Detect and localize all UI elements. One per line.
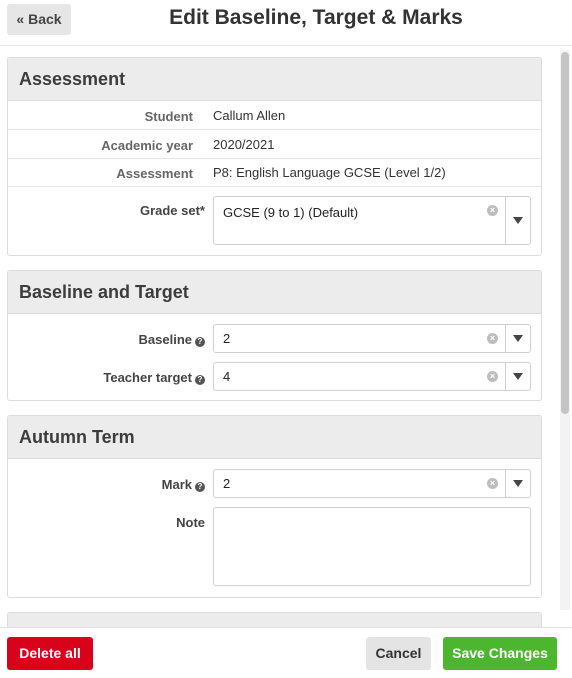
- mark-value: 2: [223, 476, 231, 491]
- mark-select[interactable]: 2 ×: [213, 469, 531, 498]
- mark-label: Mark?: [162, 477, 205, 492]
- scrollbar[interactable]: [560, 50, 570, 610]
- next-term-panel: [7, 612, 542, 627]
- help-icon[interactable]: ?: [195, 337, 205, 347]
- academic-year-label: Academic year: [101, 138, 193, 153]
- grade-set-select[interactable]: GCSE (9 to 1) (Default) ×: [213, 196, 531, 245]
- autumn-term-panel-title: Autumn Term: [8, 416, 541, 459]
- teacher-target-select[interactable]: 4 ×: [213, 362, 531, 391]
- teacher-target-value: 4: [223, 369, 231, 384]
- cancel-button[interactable]: Cancel: [366, 637, 431, 670]
- clear-icon[interactable]: ×: [487, 371, 498, 382]
- baseline-target-panel: Baseline and Target Baseline? 2 × Teache…: [7, 270, 542, 401]
- dropdown-toggle[interactable]: [505, 325, 530, 352]
- teacher-target-label-text: Teacher target: [103, 370, 192, 385]
- clear-icon[interactable]: ×: [487, 333, 498, 344]
- next-term-panel-header: [8, 613, 541, 627]
- dropdown-toggle[interactable]: [505, 470, 530, 497]
- chevron-down-icon: [513, 335, 523, 342]
- clear-icon[interactable]: ×: [487, 478, 498, 489]
- grade-set-value: GCSE (9 to 1) (Default): [223, 205, 359, 220]
- academic-year-row: Academic year 2020/2021: [8, 130, 541, 159]
- baseline-select[interactable]: 2 ×: [213, 324, 531, 353]
- chevron-down-icon: [513, 373, 523, 380]
- student-label: Student: [144, 109, 193, 124]
- student-row: Student Callum Allen: [8, 101, 541, 130]
- note-textarea[interactable]: [213, 507, 531, 586]
- assessment-name-row: Assessment P8: English Language GCSE (Le…: [8, 158, 541, 187]
- baseline-value: 2: [223, 331, 231, 346]
- help-icon[interactable]: ?: [195, 482, 205, 492]
- back-button[interactable]: « Back: [7, 4, 71, 35]
- help-icon[interactable]: ?: [195, 375, 205, 385]
- baseline-target-panel-title: Baseline and Target: [8, 271, 541, 314]
- assessment-name-value: P8: English Language GCSE (Level 1/2): [213, 165, 446, 180]
- assessment-name-label: Assessment: [116, 166, 193, 181]
- baseline-label-text: Baseline: [138, 332, 192, 347]
- academic-year-value: 2020/2021: [213, 137, 275, 152]
- chevron-down-icon: [513, 217, 523, 224]
- form-scroll-area[interactable]: Assessment Student Callum Allen Academic…: [0, 47, 572, 627]
- page-header: « Back Edit Baseline, Target & Marks: [0, 0, 572, 46]
- grade-set-label: Grade set*: [139, 203, 205, 218]
- chevron-down-icon: [513, 480, 523, 487]
- dropdown-toggle[interactable]: [505, 363, 530, 390]
- scrollbar-thumb[interactable]: [561, 52, 569, 414]
- baseline-label: Baseline?: [139, 332, 205, 347]
- assessment-panel: Assessment Student Callum Allen Academic…: [7, 57, 542, 256]
- student-value: Callum Allen: [213, 108, 286, 123]
- delete-all-button[interactable]: Delete all: [7, 637, 93, 670]
- note-label: Note: [176, 515, 205, 530]
- clear-icon[interactable]: ×: [487, 205, 498, 216]
- assessment-panel-title: Assessment: [8, 58, 541, 101]
- footer-bar: Delete all Cancel Save Changes: [0, 627, 572, 678]
- dropdown-toggle[interactable]: [505, 197, 530, 244]
- mark-label-text: Mark: [161, 477, 192, 492]
- teacher-target-label: Teacher target?: [103, 370, 205, 385]
- autumn-term-panel: Autumn Term Mark? 2 × Note: [7, 415, 542, 598]
- page-title: Edit Baseline, Target & Marks: [169, 6, 463, 29]
- save-changes-button[interactable]: Save Changes: [443, 637, 557, 670]
